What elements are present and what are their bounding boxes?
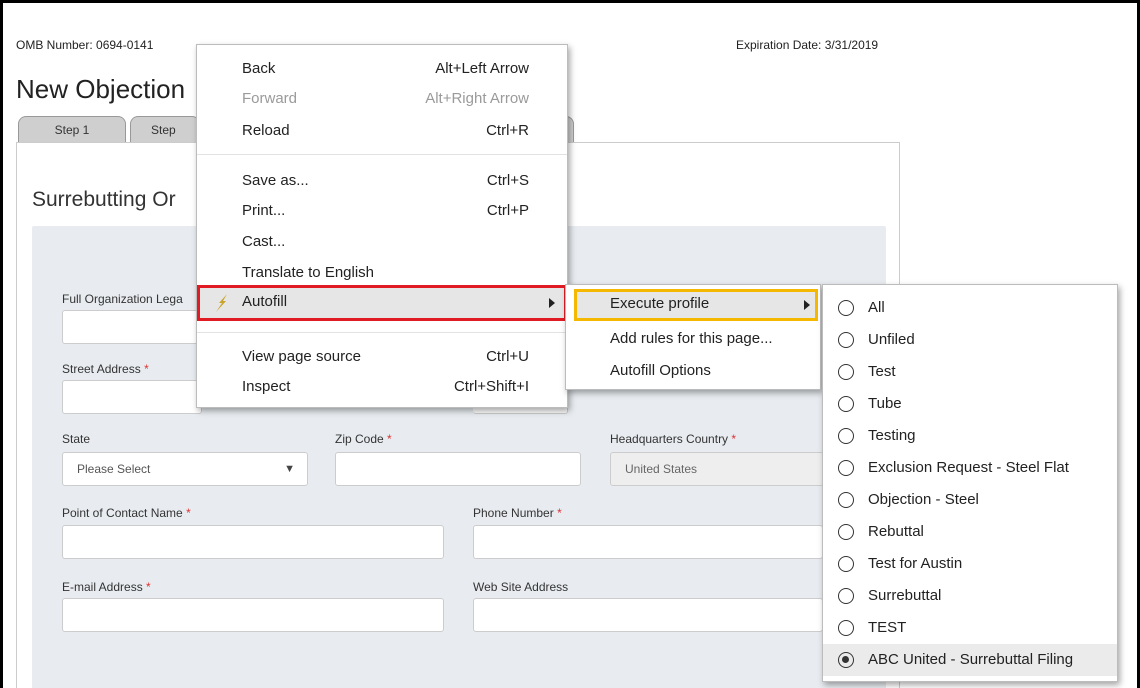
autofill-lightning-icon: [216, 294, 227, 312]
radio-icon: [838, 332, 854, 348]
profile-item[interactable]: Testing: [823, 420, 1117, 452]
profile-item[interactable]: Tube: [823, 388, 1117, 420]
zip-code-input[interactable]: [335, 452, 581, 486]
profile-item[interactable]: Rebuttal: [823, 516, 1117, 548]
street-address-input[interactable]: [62, 380, 202, 414]
radio-icon: [838, 556, 854, 572]
menu-item-print[interactable]: Print... Ctrl+P: [197, 197, 567, 227]
org-name-label: Full Organization Lega: [62, 292, 183, 306]
email-input[interactable]: [62, 598, 444, 632]
street-address-label: Street Address *: [62, 362, 149, 376]
website-label: Web Site Address: [473, 580, 569, 594]
radio-icon: [838, 364, 854, 380]
radio-icon: [838, 620, 854, 636]
radio-icon: [838, 396, 854, 412]
radio-icon: [838, 524, 854, 540]
hq-country-label: Headquarters Country *: [610, 432, 737, 446]
menu-item-save-as[interactable]: Save as... Ctrl+S: [197, 167, 567, 197]
menu-item-forward: Forward Alt+Right Arrow: [242, 90, 529, 107]
tab-step-2[interactable]: Step: [130, 116, 200, 142]
radio-icon: [838, 428, 854, 444]
page-title: New Objection: [16, 74, 186, 104]
profile-item[interactable]: Unfiled: [823, 324, 1117, 356]
profile-item[interactable]: Surrebuttal: [823, 580, 1117, 612]
submenu-arrow-icon: [549, 298, 555, 308]
state-label: State: [62, 432, 91, 446]
menu-item-autofill[interactable]: Autofill: [197, 285, 567, 321]
profile-item[interactable]: Test for Austin: [823, 548, 1117, 580]
menu-item-reload[interactable]: Reload Ctrl+R: [197, 117, 567, 147]
profile-item[interactable]: TEST: [823, 612, 1117, 644]
zip-code-label: Zip Code *: [335, 432, 392, 446]
dropdown-caret-icon: ▼: [284, 463, 295, 475]
poc-name-input[interactable]: [62, 525, 444, 559]
poc-name-label: Point of Contact Name *: [62, 506, 191, 520]
hq-country-input: United States: [610, 452, 824, 486]
context-menu: Back Alt+Left Arrow Forward Alt+Right Arro…: [196, 44, 568, 408]
menu-item-cast[interactable]: Cast...: [197, 228, 567, 258]
menu-item-inspect[interactable]: Inspect Ctrl+Shift+I: [197, 373, 567, 403]
website-input[interactable]: [473, 598, 823, 632]
radio-icon: [838, 300, 854, 316]
tab-step-1[interactable]: Step 1: [18, 116, 126, 142]
omb-number: OMB Number: 0694-0141: [16, 38, 154, 52]
menu-item-back[interactable]: Back Alt+Left Arrow: [197, 55, 567, 85]
menu-separator: [197, 332, 567, 333]
state-select[interactable]: Please Select ▼: [62, 452, 308, 486]
radio-checked-icon: [838, 652, 854, 668]
profile-item[interactable]: Test: [823, 356, 1117, 388]
radio-icon: [838, 460, 854, 476]
profile-item-selected[interactable]: ABC United - Surrebuttal Filing: [823, 644, 1117, 676]
org-name-input[interactable]: [62, 310, 202, 344]
menu-separator: [197, 154, 567, 155]
radio-icon: [838, 492, 854, 508]
menu-item-autofill-options[interactable]: Autofill Options: [566, 357, 820, 387]
menu-item-add-rules[interactable]: Add rules for this page...: [566, 325, 820, 355]
menu-item-view-source[interactable]: View page source Ctrl+U: [197, 343, 567, 373]
radio-icon: [838, 588, 854, 604]
expiration-date: Expiration Date: 3/31/2019: [736, 38, 879, 52]
profile-item[interactable]: All: [823, 292, 1117, 324]
menu-item-execute-profile[interactable]: Execute profile: [574, 289, 818, 321]
phone-number-label: Phone Number *: [473, 506, 562, 520]
profile-item[interactable]: Exclusion Request - Steel Flat: [823, 452, 1117, 484]
phone-number-input[interactable]: [473, 525, 823, 559]
autofill-submenu: Execute profile Add rules for this page.…: [565, 284, 821, 390]
submenu-arrow-icon: [804, 300, 810, 310]
email-label: E-mail Address *: [62, 580, 151, 594]
section-title: Surrebutting Or: [32, 188, 176, 211]
profile-item[interactable]: Objection - Steel: [823, 484, 1117, 516]
profile-submenu: All Unfiled Test Tube Testing Exclusion …: [822, 284, 1118, 682]
